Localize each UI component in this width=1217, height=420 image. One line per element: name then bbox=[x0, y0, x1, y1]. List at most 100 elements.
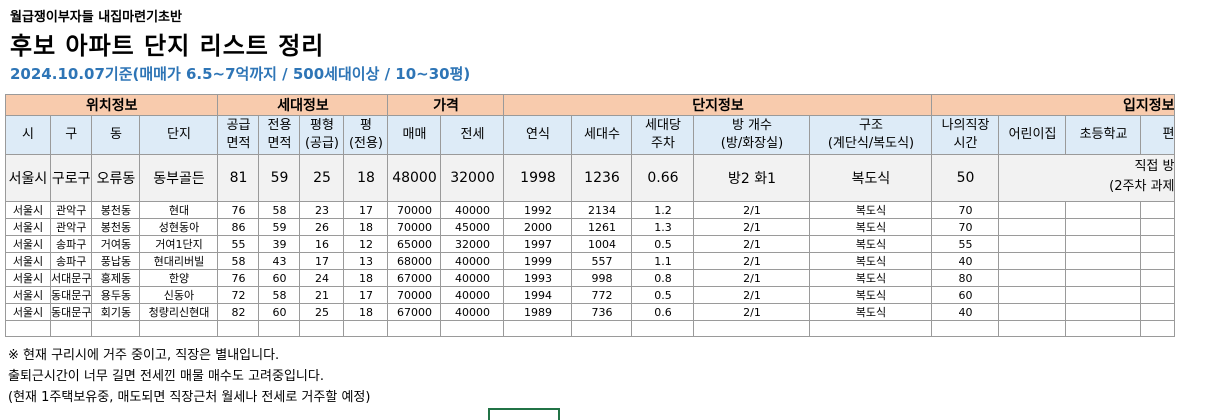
cell-empty[interactable] bbox=[1065, 303, 1142, 321]
cell-exclusive[interactable]: 43 bbox=[258, 252, 301, 270]
cell-empty[interactable] bbox=[1065, 269, 1142, 287]
cell-empty[interactable] bbox=[1065, 320, 1142, 337]
cell-empty[interactable] bbox=[998, 252, 1067, 270]
cell-sale[interactable]: 67000 bbox=[387, 269, 442, 287]
cell-commute[interactable]: 70 bbox=[931, 218, 1000, 236]
cell-rooms[interactable]: 2/1 bbox=[693, 286, 811, 304]
group-complex[interactable]: 단지정보 bbox=[503, 94, 933, 116]
col-sale[interactable]: 매매 bbox=[387, 115, 442, 155]
col-convenience[interactable]: 편 bbox=[1140, 115, 1176, 155]
cell-dong[interactable]: 거여동 bbox=[91, 235, 141, 253]
cell-si[interactable]: 서울시 bbox=[5, 201, 51, 219]
col-year[interactable]: 연식 bbox=[503, 115, 573, 155]
col-exclusive[interactable]: 전용 면적 bbox=[258, 115, 301, 155]
cell-households[interactable]: 736 bbox=[571, 303, 633, 321]
cell-empty[interactable] bbox=[998, 303, 1067, 321]
cell-households[interactable]: 1004 bbox=[571, 235, 633, 253]
cell-empty[interactable] bbox=[998, 320, 1067, 337]
cell-danji[interactable]: 거여1단지 bbox=[139, 235, 219, 253]
group-price[interactable]: 가격 bbox=[387, 94, 505, 116]
cell-empty[interactable] bbox=[998, 201, 1067, 219]
cell-structure[interactable]: 복도식 bbox=[809, 201, 933, 219]
cell-empty[interactable] bbox=[503, 320, 573, 337]
cell-parking[interactable]: 0.5 bbox=[631, 286, 695, 304]
cell-danji[interactable]: 청량리신현대 bbox=[139, 303, 219, 321]
cell-commute[interactable]: 50 bbox=[931, 154, 1000, 202]
cell-commute[interactable]: 40 bbox=[931, 252, 1000, 270]
cell-exclusive[interactable]: 60 bbox=[258, 303, 301, 321]
cell-empty[interactable] bbox=[1065, 252, 1142, 270]
cell-empty[interactable] bbox=[387, 320, 442, 337]
cell-year[interactable]: 1993 bbox=[503, 269, 573, 287]
col-pyeongtype[interactable]: 평형 (공급) bbox=[299, 115, 345, 155]
cell-jeonse[interactable]: 45000 bbox=[440, 218, 505, 236]
cell-dong[interactable]: 회기동 bbox=[91, 303, 141, 321]
cell-supply[interactable]: 72 bbox=[217, 286, 260, 304]
cell-pyeongtype[interactable]: 23 bbox=[299, 201, 345, 219]
col-daycare[interactable]: 어린이집 bbox=[998, 115, 1067, 155]
cell-pyeong[interactable]: 18 bbox=[343, 218, 389, 236]
cell-year[interactable]: 2000 bbox=[503, 218, 573, 236]
group-location[interactable]: 위치정보 bbox=[4, 94, 219, 116]
cell-parking[interactable]: 0.5 bbox=[631, 235, 695, 253]
cell-parking[interactable]: 0.8 bbox=[631, 269, 695, 287]
cell-exclusive[interactable]: 59 bbox=[258, 154, 301, 202]
cell-empty[interactable] bbox=[1140, 252, 1176, 270]
cell-dong[interactable]: 용두동 bbox=[91, 286, 141, 304]
cell-structure[interactable]: 복도식 bbox=[809, 154, 933, 202]
cell-si[interactable]: 서울시 bbox=[5, 303, 51, 321]
cell-danji[interactable]: 성현동아 bbox=[139, 218, 219, 236]
cell-gu[interactable]: 관악구 bbox=[49, 201, 93, 219]
cell-rooms[interactable]: 2/1 bbox=[693, 201, 811, 219]
cell-commute[interactable]: 55 bbox=[931, 235, 1000, 253]
cell-danji[interactable]: 신동아 bbox=[139, 286, 219, 304]
cell-empty[interactable] bbox=[631, 320, 695, 337]
cell-rooms[interactable]: 2/1 bbox=[693, 303, 811, 321]
cell-empty[interactable] bbox=[1140, 218, 1176, 236]
cell-pyeong[interactable]: 13 bbox=[343, 252, 389, 270]
cell-empty[interactable] bbox=[1140, 320, 1176, 337]
cell-empty[interactable] bbox=[1140, 303, 1176, 321]
cell-year[interactable]: 1999 bbox=[503, 252, 573, 270]
cell-households[interactable]: 2134 bbox=[571, 201, 633, 219]
cell-jeonse[interactable]: 40000 bbox=[440, 286, 505, 304]
cell-year[interactable]: 1997 bbox=[503, 235, 573, 253]
cell-gu[interactable]: 서대문구 bbox=[49, 269, 93, 287]
cell-empty[interactable] bbox=[1065, 201, 1142, 219]
cell-year[interactable]: 1989 bbox=[503, 303, 573, 321]
col-structure[interactable]: 구조 (계단식/복도식) bbox=[809, 115, 933, 155]
cell-sale[interactable]: 68000 bbox=[387, 252, 442, 270]
cell-empty[interactable] bbox=[998, 218, 1067, 236]
cell-supply[interactable]: 55 bbox=[217, 235, 260, 253]
cell-si[interactable]: 서울시 bbox=[5, 269, 51, 287]
cell-empty[interactable] bbox=[571, 320, 633, 337]
cell-sale[interactable]: 67000 bbox=[387, 303, 442, 321]
cell-households[interactable]: 1236 bbox=[571, 154, 633, 202]
cell-si[interactable]: 서울시 bbox=[5, 235, 51, 253]
cell-supply[interactable]: 58 bbox=[217, 252, 260, 270]
cell-jeonse[interactable]: 40000 bbox=[440, 201, 505, 219]
cell-sale[interactable]: 70000 bbox=[387, 201, 442, 219]
cell-households[interactable]: 1261 bbox=[571, 218, 633, 236]
cell-empty[interactable] bbox=[258, 320, 301, 337]
cell-danji[interactable]: 현대 bbox=[139, 201, 219, 219]
cell-si[interactable]: 서울시 bbox=[5, 154, 51, 202]
col-jeonse[interactable]: 전세 bbox=[440, 115, 505, 155]
cell-empty[interactable] bbox=[693, 320, 811, 337]
cell-structure[interactable]: 복도식 bbox=[809, 252, 933, 270]
cell-si[interactable]: 서울시 bbox=[5, 286, 51, 304]
cell-rooms[interactable]: 2/1 bbox=[693, 235, 811, 253]
cell-sale[interactable]: 48000 bbox=[387, 154, 442, 202]
cell-site-note[interactable]: 직접 방 (2주차 과제 bbox=[998, 154, 1176, 202]
cell-empty[interactable] bbox=[1140, 201, 1176, 219]
cell-jeonse[interactable]: 32000 bbox=[440, 235, 505, 253]
col-si[interactable]: 시 bbox=[5, 115, 51, 155]
cell-parking[interactable]: 1.1 bbox=[631, 252, 695, 270]
cell-rooms[interactable]: 방2 화1 bbox=[693, 154, 811, 202]
col-pyeong[interactable]: 평 (전용) bbox=[343, 115, 389, 155]
cell-parking[interactable]: 0.66 bbox=[631, 154, 695, 202]
cell-households[interactable]: 998 bbox=[571, 269, 633, 287]
cell-gu[interactable]: 관악구 bbox=[49, 218, 93, 236]
cell-households[interactable]: 557 bbox=[571, 252, 633, 270]
cell-supply[interactable]: 86 bbox=[217, 218, 260, 236]
